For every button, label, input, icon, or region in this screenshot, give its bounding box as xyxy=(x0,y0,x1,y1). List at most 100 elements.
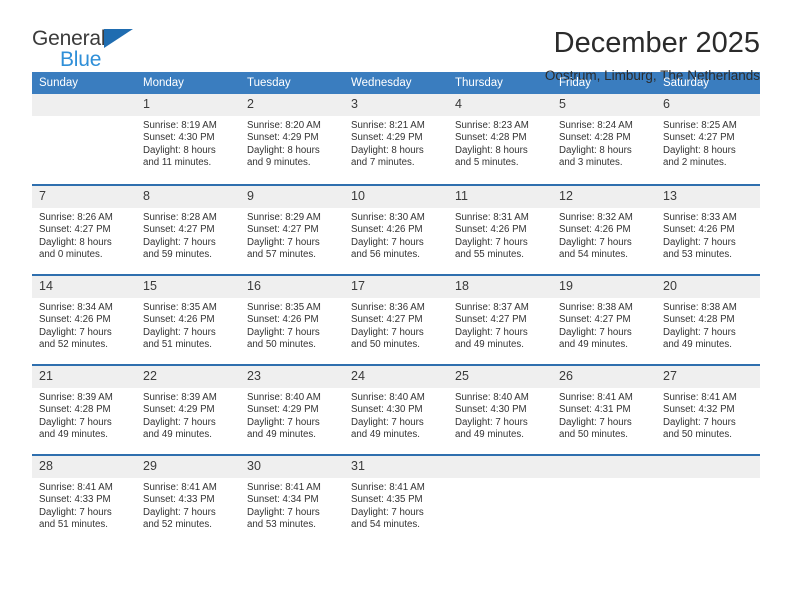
daylight-duration-line2: and 49 minutes. xyxy=(351,429,420,441)
day-sun-info: Sunrise: 8:32 AM Sunset: 4:26 PM Daylight:… xyxy=(552,208,656,262)
day-sun-info: Sunrise: 8:39 AM Sunset: 4:28 PM Daylight:… xyxy=(32,388,136,442)
day-cell-inner: 21 Sunrise: 8:39 AM Sunset: 4:28 PM Dayligh… xyxy=(32,364,136,454)
sunrise-time: Sunrise: 8:33 AM xyxy=(663,212,737,223)
day-cell-inner: 3 Sunrise: 8:21 AM Sunset: 4:29 PM Daylight… xyxy=(344,94,448,184)
day-cell-inner: 11 Sunrise: 8:31 AM Sunset: 4:26 PM Dayligh… xyxy=(448,184,552,274)
day-cell-inner: 23 Sunrise: 8:40 AM Sunset: 4:29 PM Dayligh… xyxy=(240,364,344,454)
calendar-day-cell[interactable]: 30 Sunrise: 8:41 AM Sunset: 4:34 PM Dayligh… xyxy=(240,454,344,544)
daylight-duration-line2: and 50 minutes. xyxy=(247,339,316,351)
calendar-day-cell[interactable]: 17 Sunrise: 8:36 AM Sunset: 4:27 PM Dayligh… xyxy=(344,274,448,364)
calendar-grid: Sunday Monday Tuesday Wednesday Thursday… xyxy=(32,72,760,544)
day-number: 21 xyxy=(32,366,136,388)
day-number: 3 xyxy=(344,94,448,116)
day-cell-inner: 14 Sunrise: 8:34 AM Sunset: 4:26 PM Dayligh… xyxy=(32,274,136,364)
day-number: 24 xyxy=(344,366,448,388)
daylight-duration-line1: Daylight: 7 hours xyxy=(351,236,424,248)
calendar-day-cell[interactable]: 23 Sunrise: 8:40 AM Sunset: 4:29 PM Dayligh… xyxy=(240,364,344,454)
calendar-day-cell[interactable]: 25 Sunrise: 8:40 AM Sunset: 4:30 PM Dayligh… xyxy=(448,364,552,454)
weekday-header-sunday: Sunday xyxy=(32,72,136,94)
day-cell-inner: 5 Sunrise: 8:24 AM Sunset: 4:28 PM Daylight… xyxy=(552,94,656,184)
calendar-day-cell[interactable]: 15 Sunrise: 8:35 AM Sunset: 4:26 PM Dayligh… xyxy=(136,274,240,364)
day-number: 26 xyxy=(552,366,656,388)
calendar-day-cell[interactable]: 19 Sunrise: 8:38 AM Sunset: 4:27 PM Dayligh… xyxy=(552,274,656,364)
day-cell-inner: 30 Sunrise: 8:41 AM Sunset: 4:34 PM Dayligh… xyxy=(240,454,344,544)
daylight-duration-line2: and 56 minutes. xyxy=(351,249,420,261)
calendar-day-cell[interactable]: 18 Sunrise: 8:37 AM Sunset: 4:27 PM Dayligh… xyxy=(448,274,552,364)
calendar-day-cell[interactable]: 14 Sunrise: 8:34 AM Sunset: 4:26 PM Dayligh… xyxy=(32,274,136,364)
day-sun-info: Sunrise: 8:36 AM Sunset: 4:27 PM Daylight:… xyxy=(344,298,448,352)
calendar-day-cell[interactable]: 1 Sunrise: 8:19 AM Sunset: 4:30 PM Daylight… xyxy=(136,94,240,184)
day-sun-info: Sunrise: 8:35 AM Sunset: 4:26 PM Daylight:… xyxy=(240,298,344,352)
calendar-page: General Blue December 2025 Oostrum, Limb… xyxy=(0,0,792,612)
day-number: 7 xyxy=(32,186,136,208)
day-number: 25 xyxy=(448,366,552,388)
daylight-duration-line2: and 7 minutes. xyxy=(351,157,415,169)
daylight-duration-line2: and 49 minutes. xyxy=(143,429,212,441)
calendar-day-cell[interactable]: 27 Sunrise: 8:41 AM Sunset: 4:32 PM Dayligh… xyxy=(656,364,760,454)
daylight-duration-line1: Daylight: 7 hours xyxy=(455,236,528,248)
sunrise-time: Sunrise: 8:26 AM xyxy=(39,212,113,223)
sunrise-time: Sunrise: 8:25 AM xyxy=(663,120,737,131)
calendar-day-cell[interactable]: 4 Sunrise: 8:23 AM Sunset: 4:28 PM Daylight… xyxy=(448,94,552,184)
sunrise-time: Sunrise: 8:40 AM xyxy=(455,392,529,403)
sunrise-time: Sunrise: 8:39 AM xyxy=(143,392,217,403)
day-cell-inner: 22 Sunrise: 8:39 AM Sunset: 4:29 PM Dayligh… xyxy=(136,364,240,454)
calendar-day-cell[interactable]: 13 Sunrise: 8:33 AM Sunset: 4:26 PM Dayligh… xyxy=(656,184,760,274)
daylight-duration-line1: Daylight: 7 hours xyxy=(39,506,112,518)
calendar-day-cell[interactable]: 31 Sunrise: 8:41 AM Sunset: 4:35 PM Dayligh… xyxy=(344,454,448,544)
sunset-time: Sunset: 4:30 PM xyxy=(143,132,215,144)
calendar-day-cell[interactable]: 20 Sunrise: 8:38 AM Sunset: 4:28 PM Dayligh… xyxy=(656,274,760,364)
logo-text-general: General xyxy=(32,27,106,50)
calendar-day-cell[interactable]: 21 Sunrise: 8:39 AM Sunset: 4:28 PM Dayligh… xyxy=(32,364,136,454)
page-title: December 2025 xyxy=(553,27,760,59)
sunrise-time: Sunrise: 8:21 AM xyxy=(351,120,425,131)
sunset-time: Sunset: 4:27 PM xyxy=(351,314,423,326)
sunrise-time: Sunrise: 8:35 AM xyxy=(247,302,321,313)
sunset-time: Sunset: 4:27 PM xyxy=(455,314,527,326)
calendar-day-cell[interactable]: 9 Sunrise: 8:29 AM Sunset: 4:27 PM Daylight… xyxy=(240,184,344,274)
daylight-duration-line2: and 50 minutes. xyxy=(559,429,628,441)
logo-triangle-icon xyxy=(104,29,133,48)
day-cell-inner: 26 Sunrise: 8:41 AM Sunset: 4:31 PM Dayligh… xyxy=(552,364,656,454)
daylight-duration-line1: Daylight: 8 hours xyxy=(455,144,528,156)
calendar-week-row: 28 Sunrise: 8:41 AM Sunset: 4:33 PM Dayligh… xyxy=(32,454,760,544)
calendar-day-cell[interactable]: 7 Sunrise: 8:26 AM Sunset: 4:27 PM Daylight… xyxy=(32,184,136,274)
calendar-day-cell[interactable]: 28 Sunrise: 8:41 AM Sunset: 4:33 PM Dayligh… xyxy=(32,454,136,544)
sunrise-time: Sunrise: 8:20 AM xyxy=(247,120,321,131)
daylight-duration-line1: Daylight: 7 hours xyxy=(39,416,112,428)
calendar-day-cell xyxy=(448,454,552,544)
day-sun-info: Sunrise: 8:25 AM Sunset: 4:27 PM Daylight:… xyxy=(656,116,760,170)
calendar-day-cell[interactable]: 8 Sunrise: 8:28 AM Sunset: 4:27 PM Daylight… xyxy=(136,184,240,274)
calendar-day-cell[interactable]: 16 Sunrise: 8:35 AM Sunset: 4:26 PM Dayligh… xyxy=(240,274,344,364)
daylight-duration-line2: and 52 minutes. xyxy=(143,519,212,531)
daylight-duration-line1: Daylight: 7 hours xyxy=(455,326,528,338)
sunset-time: Sunset: 4:26 PM xyxy=(143,314,215,326)
calendar-day-cell[interactable]: 22 Sunrise: 8:39 AM Sunset: 4:29 PM Dayligh… xyxy=(136,364,240,454)
calendar-day-cell[interactable]: 6 Sunrise: 8:25 AM Sunset: 4:27 PM Daylight… xyxy=(656,94,760,184)
daylight-duration-line2: and 53 minutes. xyxy=(663,249,732,261)
daylight-duration-line1: Daylight: 7 hours xyxy=(455,416,528,428)
calendar-day-cell[interactable]: 24 Sunrise: 8:40 AM Sunset: 4:30 PM Dayligh… xyxy=(344,364,448,454)
calendar-day-cell[interactable]: 3 Sunrise: 8:21 AM Sunset: 4:29 PM Daylight… xyxy=(344,94,448,184)
calendar-day-cell[interactable]: 29 Sunrise: 8:41 AM Sunset: 4:33 PM Dayligh… xyxy=(136,454,240,544)
day-number: 27 xyxy=(656,366,760,388)
day-sun-info: Sunrise: 8:41 AM Sunset: 4:35 PM Daylight:… xyxy=(344,478,448,532)
calendar-day-cell[interactable]: 5 Sunrise: 8:24 AM Sunset: 4:28 PM Daylight… xyxy=(552,94,656,184)
day-cell-inner: 16 Sunrise: 8:35 AM Sunset: 4:26 PM Dayligh… xyxy=(240,274,344,364)
calendar-day-cell[interactable]: 10 Sunrise: 8:30 AM Sunset: 4:26 PM Dayligh… xyxy=(344,184,448,274)
sunset-time: Sunset: 4:26 PM xyxy=(559,224,631,236)
daylight-duration-line2: and 50 minutes. xyxy=(351,339,420,351)
daylight-duration-line1: Daylight: 7 hours xyxy=(143,416,216,428)
calendar-day-cell[interactable]: 26 Sunrise: 8:41 AM Sunset: 4:31 PM Dayligh… xyxy=(552,364,656,454)
day-cell-inner: 15 Sunrise: 8:35 AM Sunset: 4:26 PM Dayligh… xyxy=(136,274,240,364)
calendar-day-cell xyxy=(656,454,760,544)
calendar-day-cell[interactable]: 12 Sunrise: 8:32 AM Sunset: 4:26 PM Dayligh… xyxy=(552,184,656,274)
calendar-day-cell[interactable]: 11 Sunrise: 8:31 AM Sunset: 4:26 PM Dayligh… xyxy=(448,184,552,274)
calendar-day-cell[interactable]: 2 Sunrise: 8:20 AM Sunset: 4:29 PM Daylight… xyxy=(240,94,344,184)
day-number xyxy=(32,94,136,116)
daylight-duration-line1: Daylight: 7 hours xyxy=(143,236,216,248)
sunset-time: Sunset: 4:28 PM xyxy=(663,314,735,326)
sunrise-time: Sunrise: 8:24 AM xyxy=(559,120,633,131)
day-cell-inner: 7 Sunrise: 8:26 AM Sunset: 4:27 PM Daylight… xyxy=(32,184,136,274)
day-number: 4 xyxy=(448,94,552,116)
